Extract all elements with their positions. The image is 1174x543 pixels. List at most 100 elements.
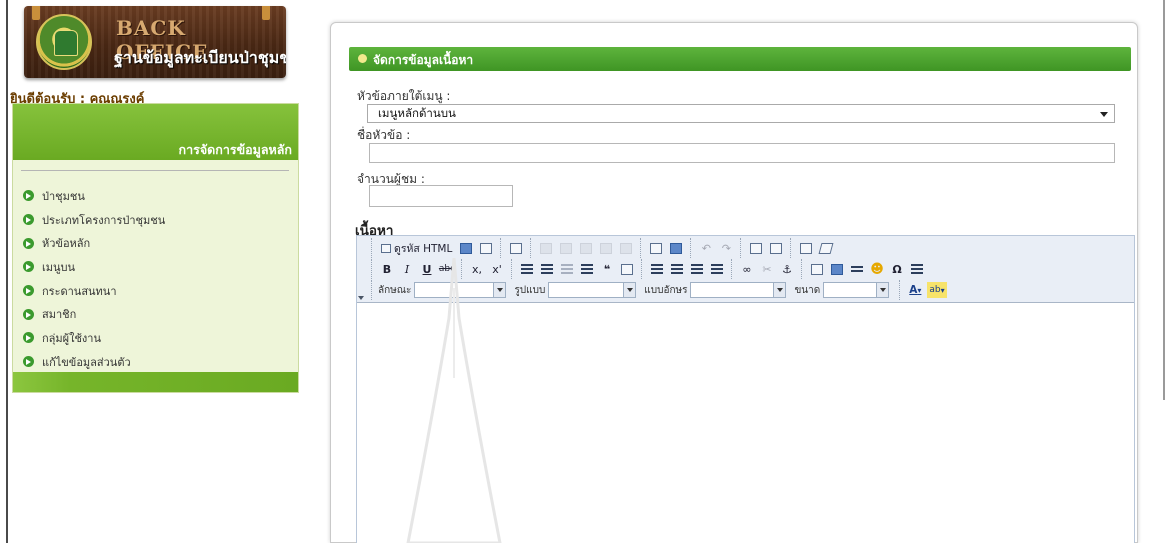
editor-content-area[interactable] <box>357 304 1134 543</box>
toolbar-group-select <box>790 238 840 258</box>
redo-button[interactable]: ↷ <box>718 240 734 256</box>
sidebar-item-user-groups[interactable]: กลุ่มผู้ใช้งาน <box>23 326 165 350</box>
toolbar-collapse-icon[interactable] <box>358 296 364 300</box>
paste-icon <box>580 242 593 254</box>
strikethrough-button[interactable]: abc <box>439 261 455 277</box>
sidebar-item-label: กลุ่มผู้ใช้งาน <box>42 331 102 345</box>
bulleted-list-button[interactable] <box>539 261 555 277</box>
arrow-bullet-icon <box>23 214 34 226</box>
align-right-button[interactable] <box>689 261 705 277</box>
sidebar-divider <box>21 170 289 171</box>
indent-button[interactable] <box>579 261 595 277</box>
chevron-down-icon <box>623 283 636 297</box>
outdent-icon <box>561 264 573 274</box>
sidebar-item-community-forest[interactable]: ป่าชุมชน <box>23 184 165 208</box>
copy-button[interactable] <box>558 240 574 256</box>
preview-button[interactable] <box>478 240 494 256</box>
toolbar-group-lists: ❝ <box>511 259 641 279</box>
toolbar-group-script: x, x' <box>461 259 511 279</box>
style-combo[interactable] <box>414 282 507 298</box>
paste-text-button[interactable] <box>598 240 614 256</box>
select-all-button[interactable] <box>798 240 814 256</box>
sidebar-item-label: ประเภทโครงการป่าชุมชน <box>42 213 166 227</box>
sidebar-footer-bar <box>13 372 298 392</box>
sidebar-item-members[interactable]: สมาชิก <box>23 302 165 326</box>
font-combo-label: แบบอักษร <box>644 284 688 296</box>
sidebar-item-project-type[interactable]: ประเภทโครงการป่าชุมชน <box>23 208 165 232</box>
background-color-button[interactable]: ab ▾ <box>927 282 947 298</box>
view-source-label: ดูรหัส HTML <box>394 242 453 255</box>
sidebar-item-edit-profile[interactable]: แก้ไขข้อมูลส่วนตัว <box>23 350 165 374</box>
bold-button[interactable]: B <box>379 261 395 277</box>
seal-emblem <box>54 30 78 56</box>
size-combo[interactable] <box>823 282 890 298</box>
arrow-bullet-icon <box>23 285 34 297</box>
arrow-bullet-icon <box>23 356 34 368</box>
toolbar-group-basic-styles: B I U abc <box>371 259 461 279</box>
font-combo[interactable] <box>690 282 787 298</box>
save-icon <box>460 242 473 254</box>
align-center-button[interactable] <box>669 261 685 277</box>
align-left-button[interactable] <box>649 261 665 277</box>
paste-button[interactable] <box>578 240 594 256</box>
topic-name-input[interactable] <box>369 143 1115 163</box>
arrow-bullet-icon <box>23 261 34 273</box>
site-logo[interactable]: BACK OFFICE ฐานข้อมูลทะเบียนป่าชุมชน <box>24 6 286 78</box>
horizontal-rule-button[interactable] <box>849 261 865 277</box>
smiley-button[interactable]: ☻ <box>869 261 885 277</box>
page-left-border <box>6 0 8 543</box>
sidebar-header-label: การจัดการข้อมูลหลัก <box>178 142 292 157</box>
image-button[interactable] <box>809 261 825 277</box>
align-justify-button[interactable] <box>709 261 725 277</box>
align-right-icon <box>691 264 703 274</box>
eraser-icon <box>818 242 834 254</box>
underline-button[interactable]: U <box>419 261 435 277</box>
cut-button[interactable] <box>538 240 554 256</box>
format-combo[interactable] <box>548 282 637 298</box>
spellcheck-icon <box>670 242 683 254</box>
view-source-button[interactable]: ดูรหัส HTML <box>379 240 454 256</box>
unlink-button[interactable]: ✂ <box>759 261 775 277</box>
panel-header: จัดการข้อมูลเนื้อหา <box>349 47 1131 71</box>
div-container-button[interactable] <box>619 261 635 277</box>
replace-button[interactable] <box>768 240 784 256</box>
chevron-down-icon <box>493 283 506 297</box>
logo-pin-left <box>32 6 40 20</box>
blockquote-button[interactable]: ❝ <box>599 261 615 277</box>
page-break-button[interactable] <box>909 261 925 277</box>
sidebar-header: การจัดการข้อมูลหลัก <box>13 104 298 160</box>
sidebar-item-label: แก้ไขข้อมูลส่วนตัว <box>42 355 131 369</box>
special-char-button[interactable]: Ω <box>889 261 905 277</box>
sidebar-item-top-menu[interactable]: เมนูบน <box>23 255 165 279</box>
paste-word-button[interactable] <box>618 240 634 256</box>
table-icon <box>831 263 843 275</box>
anchor-button[interactable]: ⚓ <box>779 261 795 277</box>
menu-topic-select[interactable]: เมนูหลักด้านบน <box>367 104 1115 123</box>
outdent-button[interactable] <box>559 261 575 277</box>
page-break-icon <box>911 264 923 274</box>
text-color-button[interactable]: A ▾ <box>907 282 923 298</box>
templates-button[interactable] <box>508 240 524 256</box>
horizontal-rule-icon <box>851 266 863 272</box>
arrow-bullet-icon <box>23 237 34 249</box>
print-button[interactable] <box>648 240 664 256</box>
rich-text-editor: ดูรหัส HTML ↶ ↷ B I U abc x, x' ❝ ∞ ✂ ⚓ … <box>356 235 1135 543</box>
save-button[interactable] <box>458 240 474 256</box>
spellcheck-button[interactable] <box>668 240 684 256</box>
viewers-input[interactable] <box>369 185 513 207</box>
sidebar-item-main-topics[interactable]: หัวข้อหลัก <box>23 231 165 255</box>
numbered-list-button[interactable] <box>519 261 535 277</box>
table-button[interactable] <box>829 261 845 277</box>
link-button[interactable]: ∞ <box>739 261 755 277</box>
remove-format-button[interactable] <box>818 240 834 256</box>
background-color-label: ab <box>929 285 941 295</box>
superscript-button[interactable]: x' <box>489 261 505 277</box>
undo-button[interactable]: ↶ <box>698 240 714 256</box>
find-button[interactable] <box>748 240 764 256</box>
sidebar-item-label: สมาชิก <box>42 308 77 322</box>
sidebar-item-webboard[interactable]: กระดานสนทนา <box>23 279 165 303</box>
subscript-button[interactable]: x, <box>469 261 485 277</box>
italic-button[interactable]: I <box>399 261 415 277</box>
toolbar-group-combos: ลักษณะ รูปแบบ แบบอักษร ขนาด <box>371 280 899 300</box>
arrow-bullet-icon <box>23 332 34 344</box>
